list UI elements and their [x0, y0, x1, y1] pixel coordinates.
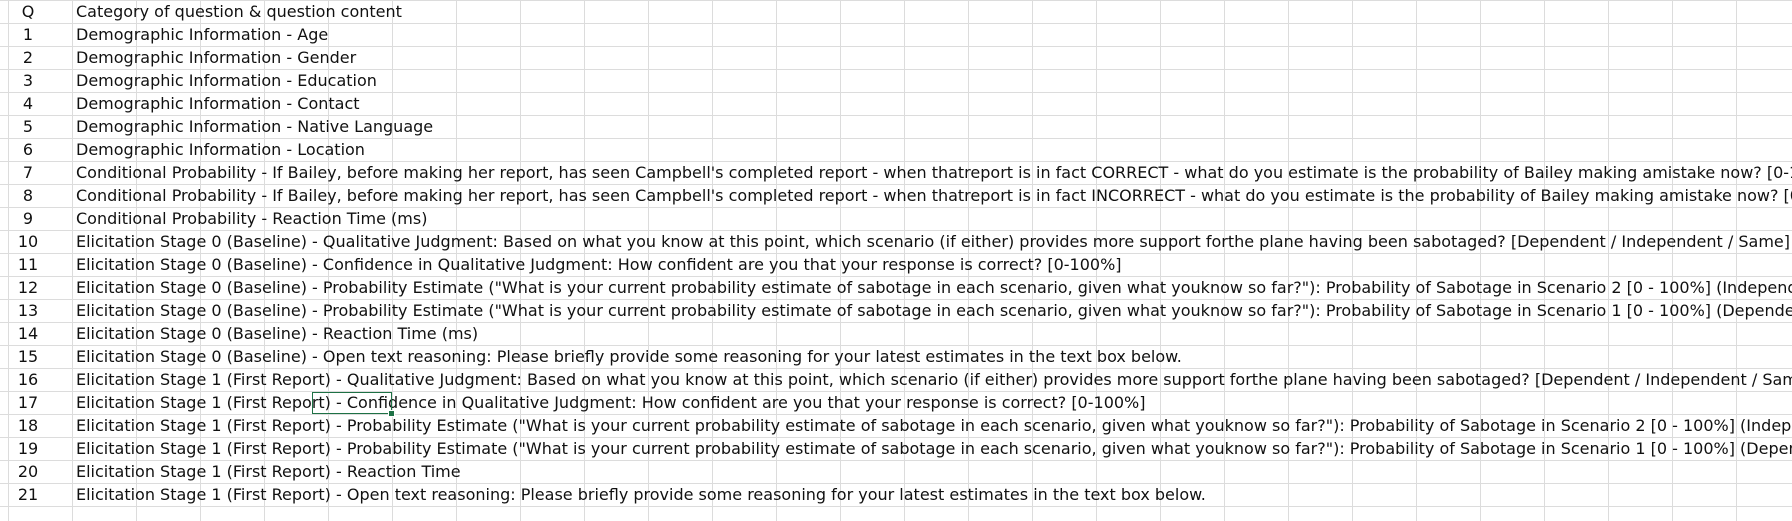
q-number-cell[interactable]: 18 — [0, 414, 64, 437]
question-content-cell[interactable]: Elicitation Stage 0 (Baseline) - Confide… — [76, 253, 1122, 276]
question-content-cell[interactable]: Elicitation Stage 0 (Baseline) - Probabi… — [76, 276, 1792, 299]
question-content-cell[interactable]: Elicitation Stage 0 (Baseline) - Probabi… — [76, 299, 1792, 322]
q-number-cell[interactable]: 3 — [0, 69, 64, 92]
question-content-cell[interactable]: Demographic Information - Native Languag… — [76, 115, 433, 138]
spreadsheet-grid[interactable]: Q Category of question & question conten… — [0, 0, 1792, 521]
q-number-cell[interactable]: 2 — [0, 46, 64, 69]
q-number-cell[interactable]: 12 — [0, 276, 64, 299]
question-content-cell[interactable]: Elicitation Stage 0 (Baseline) - Qualita… — [76, 230, 1790, 253]
question-content-cell[interactable]: Conditional Probability - If Bailey, bef… — [76, 184, 1792, 207]
q-number-cell[interactable]: 21 — [0, 483, 64, 506]
question-content-cell[interactable]: Elicitation Stage 1 (First Report) - Rea… — [76, 460, 461, 483]
question-content-cell[interactable]: Elicitation Stage 1 (First Report) - Ope… — [76, 483, 1206, 506]
question-content-cell[interactable]: Elicitation Stage 0 (Baseline) - Reactio… — [76, 322, 478, 345]
q-number-cell[interactable]: 8 — [0, 184, 64, 207]
q-number-cell[interactable]: 17 — [0, 391, 64, 414]
q-number-cell[interactable]: 5 — [0, 115, 64, 138]
q-number-cell[interactable]: 6 — [0, 138, 64, 161]
question-content-cell[interactable]: Conditional Probability - Reaction Time … — [76, 207, 427, 230]
question-content-cell[interactable]: Demographic Information - Gender — [76, 46, 356, 69]
q-number-cell[interactable]: 16 — [0, 368, 64, 391]
question-content-cell[interactable]: Demographic Information - Location — [76, 138, 365, 161]
q-number-cell[interactable]: 19 — [0, 437, 64, 460]
q-number-cell[interactable]: 4 — [0, 92, 64, 115]
q-number-cell[interactable]: 10 — [0, 230, 64, 253]
question-content-cell[interactable]: Demographic Information - Contact — [76, 92, 360, 115]
question-content-cell[interactable]: Demographic Information - Education — [76, 69, 377, 92]
header-category-cell[interactable]: Category of question & question content — [76, 0, 402, 23]
header-q-cell[interactable]: Q — [0, 0, 64, 23]
q-number-cell[interactable]: 1 — [0, 23, 64, 46]
question-content-cell[interactable]: Elicitation Stage 1 (First Report) - Qua… — [76, 368, 1792, 391]
question-content-cell[interactable]: Conditional Probability - If Bailey, bef… — [76, 161, 1792, 184]
question-content-cell[interactable]: Elicitation Stage 1 (First Report) - Pro… — [76, 437, 1792, 460]
q-number-cell[interactable]: 13 — [0, 299, 64, 322]
q-number-cell[interactable]: 15 — [0, 345, 64, 368]
question-content-cell[interactable]: Elicitation Stage 0 (Baseline) - Open te… — [76, 345, 1182, 368]
question-content-cell[interactable]: Elicitation Stage 1 (First Report) - Con… — [76, 391, 1146, 414]
q-number-cell[interactable]: 7 — [0, 161, 64, 184]
question-content-cell[interactable]: Elicitation Stage 1 (First Report) - Pro… — [76, 414, 1792, 437]
question-content-cell[interactable]: Demographic Information - Age — [76, 23, 328, 46]
q-number-cell[interactable]: 20 — [0, 460, 64, 483]
q-number-cell[interactable]: 11 — [0, 253, 64, 276]
q-number-cell[interactable]: 14 — [0, 322, 64, 345]
q-number-cell[interactable]: 9 — [0, 207, 64, 230]
